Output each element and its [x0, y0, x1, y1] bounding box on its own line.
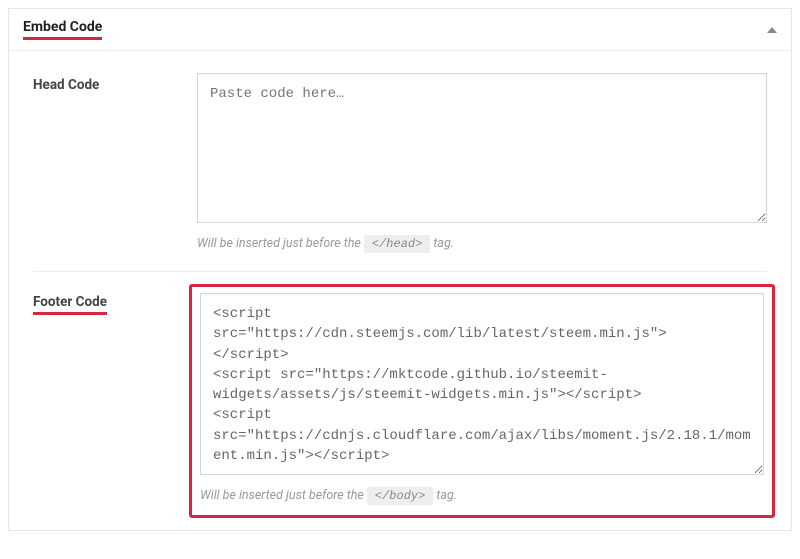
body-tag-chip: </body> [367, 487, 433, 505]
head-tag-chip: </head> [364, 235, 430, 253]
hint-prefix: Will be inserted just before the [200, 488, 364, 503]
head-code-row: Head Code Will be inserted just before t… [33, 73, 767, 253]
head-code-textarea[interactable] [197, 73, 767, 223]
head-code-label: Head Code [33, 77, 99, 93]
footer-code-row: Footer Code Will be inserted just before… [33, 290, 767, 508]
hint-suffix: tag. [436, 488, 457, 503]
head-code-hint: Will be inserted just before the </head>… [197, 235, 767, 253]
metabox-body: Head Code Will be inserted just before t… [9, 51, 791, 530]
footer-code-label: Footer Code [33, 294, 107, 315]
hint-prefix: Will be inserted just before the [197, 236, 361, 251]
footer-code-hint: Will be inserted just before the </body>… [200, 487, 764, 505]
embed-code-metabox: Embed Code Head Code Will be inserted ju… [8, 8, 792, 531]
metabox-header[interactable]: Embed Code [9, 9, 791, 51]
footer-code-textarea[interactable] [200, 293, 764, 475]
footer-highlight-annotation: Will be inserted just before the </body>… [189, 284, 775, 518]
metabox-title: Embed Code [23, 19, 102, 40]
section-divider [33, 271, 767, 272]
collapse-toggle-icon [767, 27, 777, 33]
hint-suffix: tag. [433, 236, 454, 251]
